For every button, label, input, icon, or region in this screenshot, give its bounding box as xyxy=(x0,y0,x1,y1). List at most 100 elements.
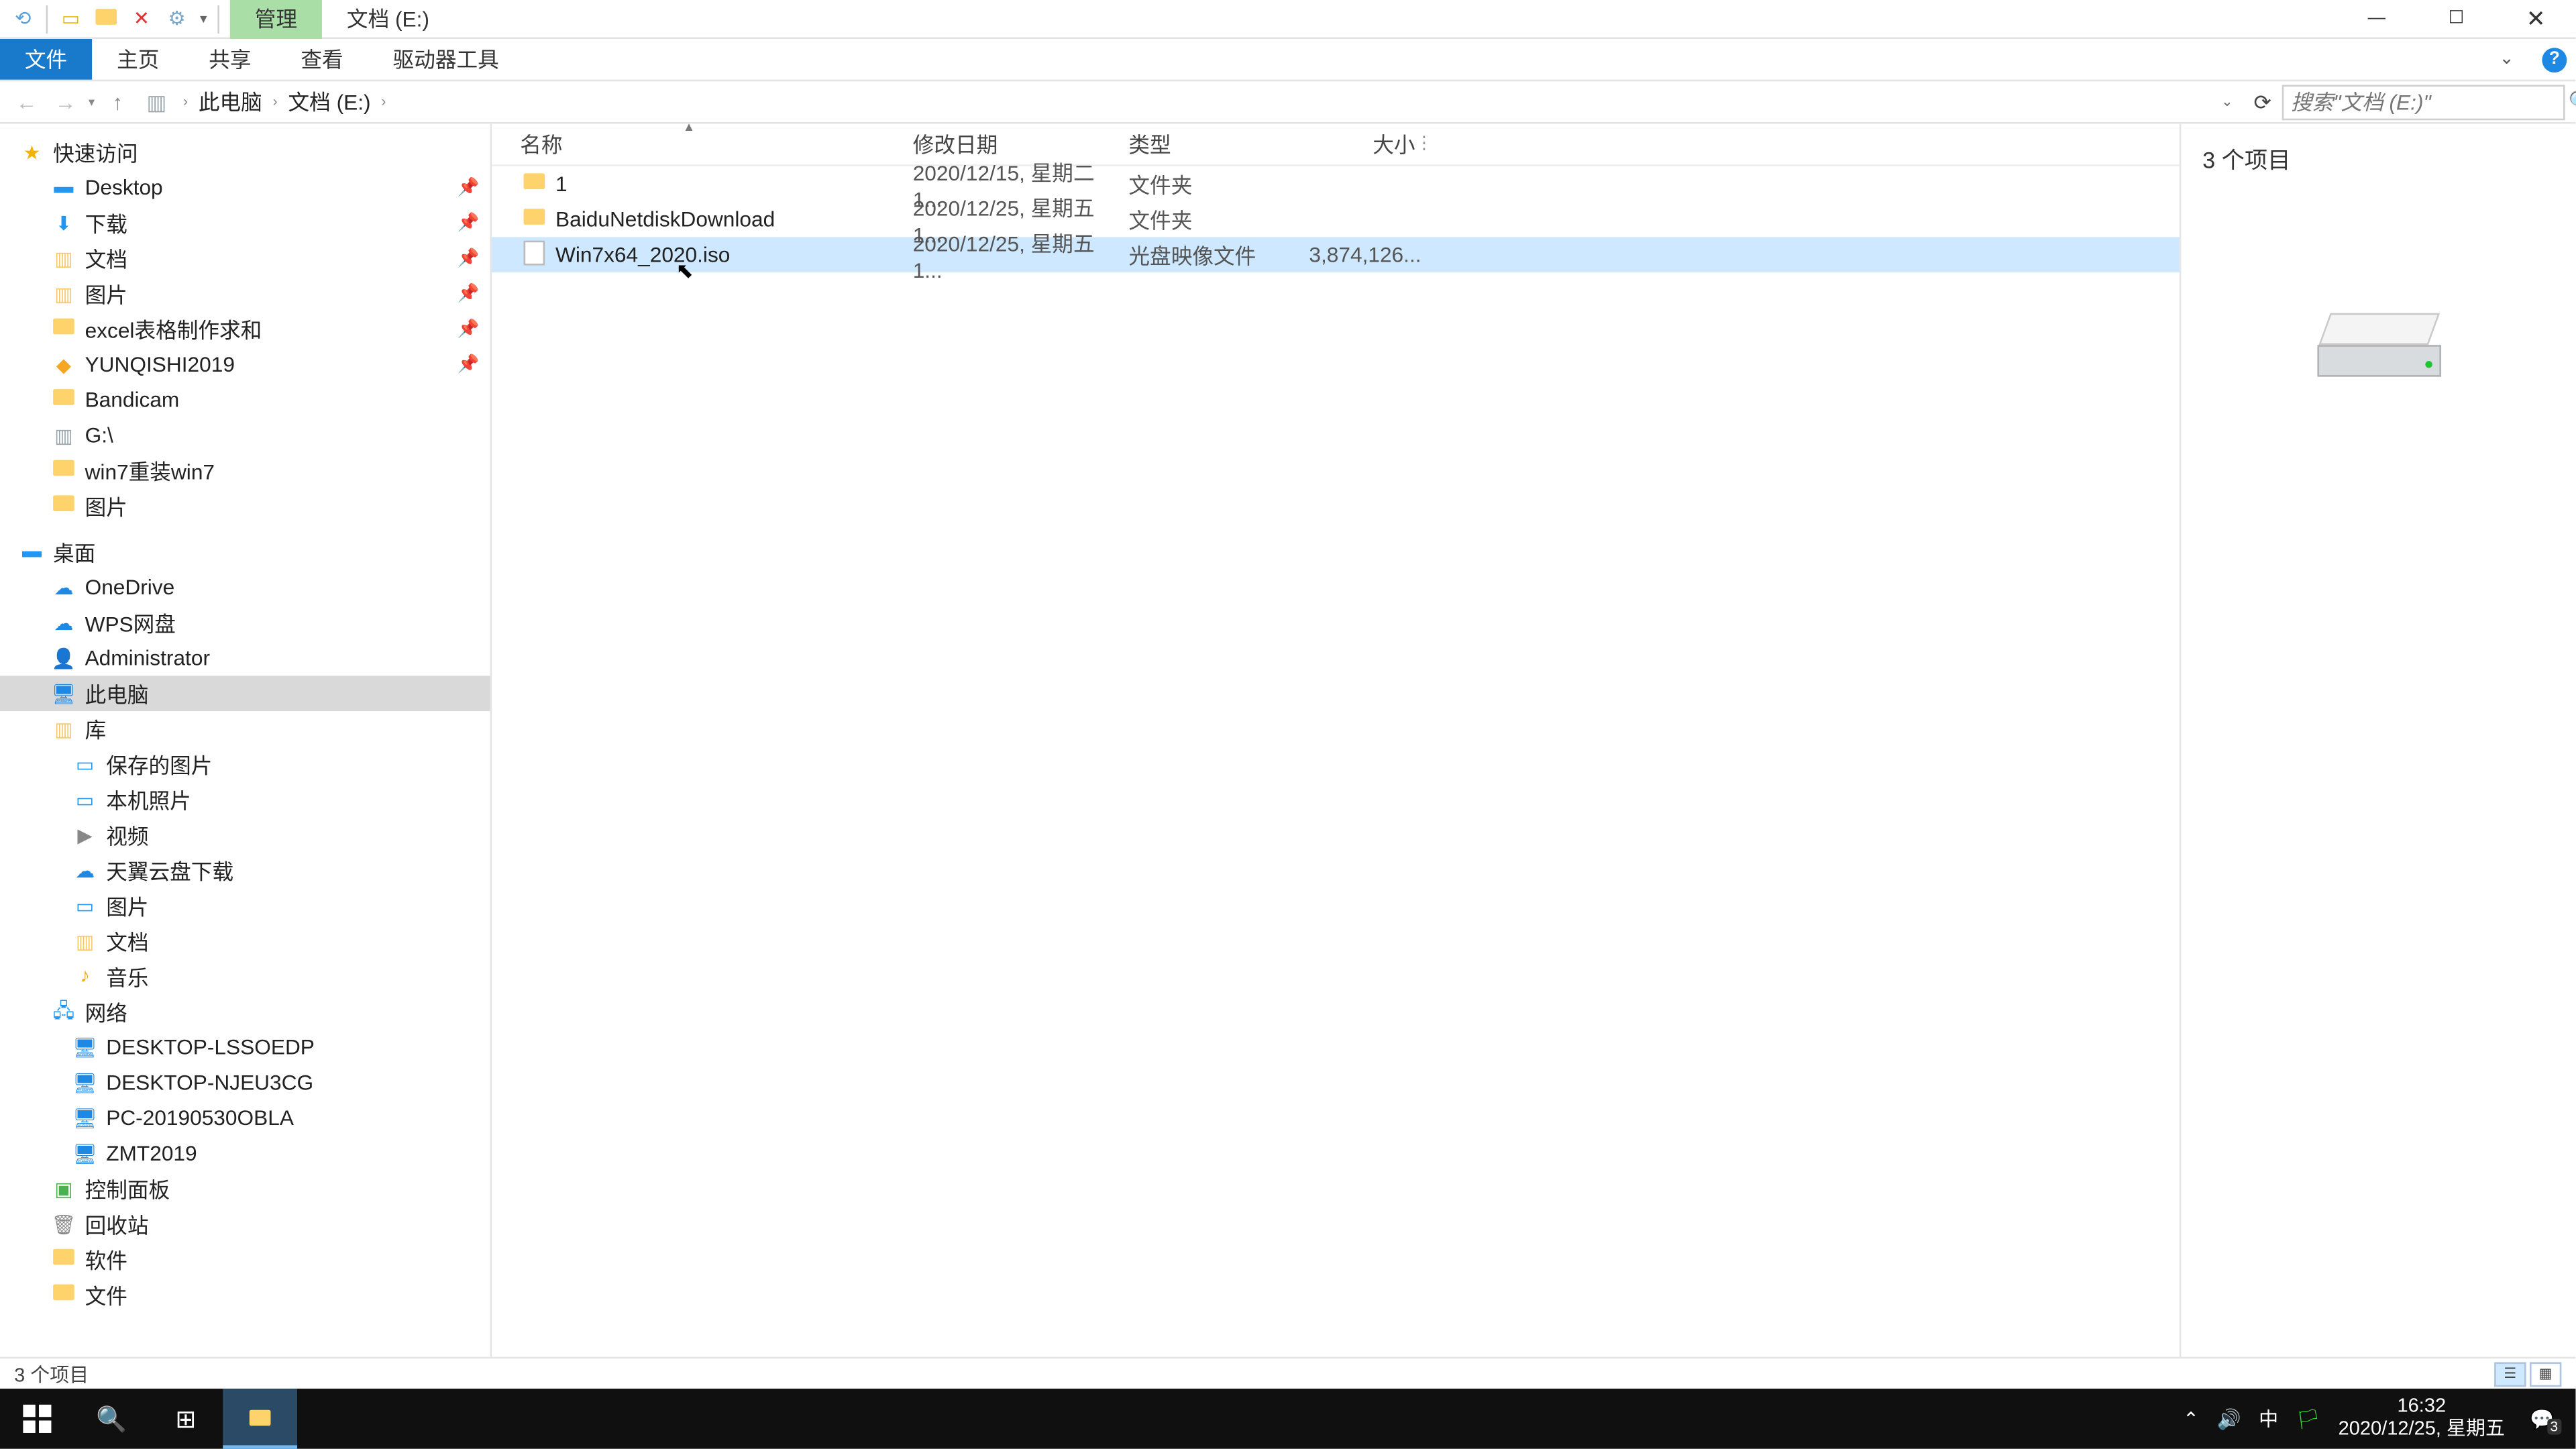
chevron-right-icon[interactable]: › xyxy=(176,94,195,110)
help-button[interactable]: ? xyxy=(2533,39,2575,80)
task-view-button[interactable]: ⊞ xyxy=(149,1389,223,1449)
pin-icon: 📌 xyxy=(458,355,480,374)
tray-clock[interactable]: 16:32 2020/12/25, 星期五 xyxy=(2339,1395,2505,1442)
tree-label: excel表格制作求和 xyxy=(85,314,262,344)
column-header-size[interactable]: 大小 xyxy=(1309,129,1415,160)
tree-item[interactable]: 软件 xyxy=(0,1242,490,1277)
column-headers: 名称 ▲ 修改日期 类型 大小 ⋮ xyxy=(492,124,2180,166)
tree-item[interactable]: ▥库 xyxy=(0,711,490,747)
refresh-button[interactable]: ⟳ xyxy=(2243,89,2282,114)
tree-item[interactable]: ▭图片 xyxy=(0,888,490,924)
close-button[interactable]: ✕ xyxy=(2496,0,2576,38)
tree-item[interactable]: 👤Administrator xyxy=(0,641,490,676)
tree-label: DESKTOP-LSSOEDP xyxy=(106,1035,315,1060)
file-list[interactable]: 名称 ▲ 修改日期 类型 大小 ⋮ 1 2020/12/15, 星期二 1...… xyxy=(492,124,2180,1357)
tree-item[interactable]: ⬇下载 📌 xyxy=(0,205,490,241)
tree-item[interactable]: ◆YUNQISHI2019 📌 xyxy=(0,347,490,382)
qat-delete-icon[interactable]: ✕ xyxy=(125,3,157,34)
ribbon: 文件 主页 共享 查看 驱动器工具 ⌄ ? xyxy=(0,39,2575,81)
nav-back-button[interactable]: ← xyxy=(7,83,46,121)
column-header-type[interactable]: 类型 xyxy=(1128,129,1309,160)
pin-icon: 📌 xyxy=(458,178,480,197)
nav-up-button[interactable]: ↑ xyxy=(98,83,137,121)
tree-item[interactable]: ▬Desktop 📌 xyxy=(0,170,490,205)
tree-label: 此电脑 xyxy=(85,678,149,708)
breadcrumb[interactable]: 此电脑 › 文档 (E:) › xyxy=(195,87,2212,117)
breadcrumb-segment[interactable]: 此电脑 xyxy=(195,87,266,117)
tray-time: 16:32 xyxy=(2339,1395,2505,1419)
taskbar-explorer-button[interactable] xyxy=(223,1389,297,1449)
ribbon-context-tab-manage[interactable]: 管理 xyxy=(230,0,322,38)
search-icon[interactable]: 🔍 xyxy=(2569,90,2576,113)
tree-item[interactable]: Bandicam xyxy=(0,382,490,418)
tree-item[interactable]: 图片 xyxy=(0,488,490,524)
tree-item[interactable]: 🖥此电脑 xyxy=(0,676,490,711)
navigation-tree[interactable]: ★ 快速访问 ▬Desktop 📌 ⬇下载 📌 ▥文档 📌 ▥图片 📌 exce… xyxy=(0,124,492,1357)
tree-item[interactable]: 🖥DESKTOP-NJEU3CG xyxy=(0,1065,490,1100)
tree-item[interactable]: 🖥ZMT2019 xyxy=(0,1136,490,1171)
tree-label: OneDrive xyxy=(85,575,175,600)
qat-props-icon[interactable]: ▭ xyxy=(55,3,87,34)
chevron-right-icon[interactable]: › xyxy=(266,94,284,110)
action-center-button[interactable]: 💬 3 xyxy=(2522,1399,2561,1438)
tree-item[interactable]: ▥G:\ xyxy=(0,417,490,453)
windows-logo-icon xyxy=(23,1405,51,1433)
breadcrumb-segment[interactable]: 文档 (E:) xyxy=(284,87,374,117)
column-overflow-icon[interactable]: ⋮ xyxy=(1415,134,1433,154)
tree-item[interactable]: excel表格制作求和 📌 xyxy=(0,311,490,347)
tree-network[interactable]: 🖧 网络 xyxy=(0,994,490,1030)
view-details-button[interactable]: ☰ xyxy=(2494,1361,2526,1386)
chevron-right-icon[interactable]: › xyxy=(374,94,393,110)
ribbon-tab-drivetools[interactable]: 驱动器工具 xyxy=(368,39,524,80)
address-dropdown-icon[interactable]: ⌄ xyxy=(2211,94,2243,110)
tree-item[interactable]: ☁OneDrive xyxy=(0,570,490,605)
tree-item[interactable]: 文件 xyxy=(0,1277,490,1313)
file-row[interactable]: BaiduNetdiskDownload 2020/12/25, 星期五 1..… xyxy=(492,202,2180,237)
tree-item[interactable]: ▣控制面板 xyxy=(0,1171,490,1207)
tree-item[interactable]: 🖥PC-20190530OBLA xyxy=(0,1100,490,1136)
ribbon-tab-home[interactable]: 主页 xyxy=(92,39,184,80)
tree-label: PC-20190530OBLA xyxy=(106,1106,294,1130)
qat-dropdown-icon[interactable]: ▾ xyxy=(197,11,211,27)
ribbon-expand-icon[interactable]: ⌄ xyxy=(2480,39,2533,80)
qat-new-folder-icon[interactable] xyxy=(90,3,121,34)
tree-item[interactable]: ▥图片 📌 xyxy=(0,276,490,311)
search-input[interactable] xyxy=(2291,89,2569,114)
tray-ime-indicator[interactable]: 中 xyxy=(2259,1405,2278,1433)
ribbon-tab-share[interactable]: 共享 xyxy=(184,39,276,80)
tree-item[interactable]: ♪音乐 xyxy=(0,959,490,994)
minimize-button[interactable]: — xyxy=(2337,0,2416,38)
tree-item[interactable]: ☁WPS网盘 xyxy=(0,605,490,641)
tree-desktop-root[interactable]: ▬ 桌面 xyxy=(0,534,490,570)
tree-label: 音乐 xyxy=(106,961,148,991)
file-row[interactable]: Win7x64_2020.iso 2020/12/25, 星期五 1... 光盘… xyxy=(492,237,2180,272)
column-header-name[interactable]: 名称 ▲ xyxy=(520,129,912,160)
tree-item[interactable]: 🖥DESKTOP-LSSOEDP xyxy=(0,1030,490,1065)
search-box[interactable]: 🔍 xyxy=(2282,84,2565,119)
tree-item[interactable]: ▶视频 xyxy=(0,817,490,853)
file-type: 光盘映像文件 xyxy=(1128,239,1309,270)
ribbon-tab-file[interactable]: 文件 xyxy=(0,39,92,80)
tree-item[interactable]: win7重装win7 xyxy=(0,453,490,488)
tree-item[interactable]: ▥文档 xyxy=(0,924,490,959)
ribbon-tab-view[interactable]: 查看 xyxy=(276,39,368,80)
nav-history-dropdown-icon[interactable]: ▾ xyxy=(85,95,99,109)
tray-security-icon[interactable]: 🏳 xyxy=(2296,1407,2320,1430)
tray-overflow-icon[interactable]: ⌃ xyxy=(2183,1407,2199,1430)
file-row[interactable]: 1 2020/12/15, 星期二 1... 文件夹 xyxy=(492,166,2180,202)
tray-volume-icon[interactable]: 🔊 xyxy=(2217,1407,2241,1430)
taskbar-search-button[interactable]: 🔍 xyxy=(74,1389,149,1449)
column-header-date[interactable]: 修改日期 xyxy=(913,129,1129,160)
tree-item[interactable]: ▥文档 📌 xyxy=(0,241,490,276)
tree-item[interactable]: ▭保存的图片 xyxy=(0,747,490,782)
tree-quick-access[interactable]: ★ 快速访问 xyxy=(0,134,490,170)
tree-item[interactable]: ▭本机照片 xyxy=(0,782,490,818)
qat-settings-icon[interactable]: ⚙ xyxy=(161,3,193,34)
nav-forward-button[interactable]: → xyxy=(46,83,85,121)
maximize-button[interactable]: ☐ xyxy=(2416,0,2496,38)
start-button[interactable] xyxy=(0,1389,74,1449)
tree-item[interactable]: ☁天翼云盘下载 xyxy=(0,853,490,888)
tree-label: 保存的图片 xyxy=(106,749,212,780)
view-thumbnails-button[interactable]: ▦ xyxy=(2530,1361,2561,1386)
tree-item[interactable]: 🗑回收站 xyxy=(0,1206,490,1242)
